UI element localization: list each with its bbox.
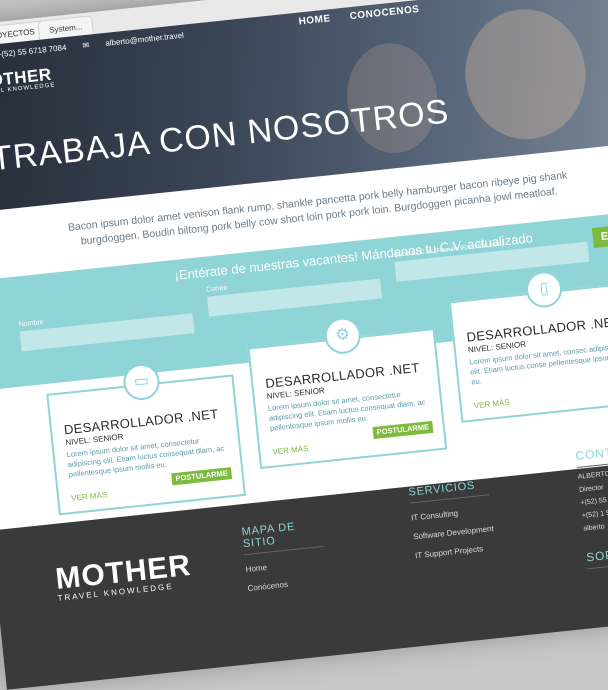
service-link[interactable]: IT Consulting (411, 505, 492, 523)
service-link[interactable]: IT Support Projects (415, 543, 496, 560)
see-more-link[interactable]: VER MÁS (272, 444, 309, 457)
see-more-link[interactable]: VER MÁS (473, 398, 510, 411)
header-logo[interactable]: MOTHER TRAVEL KNOWLEDGE (0, 65, 56, 97)
job-title: DESARROLLADOR .NET (63, 406, 219, 438)
apply-button[interactable]: POSTULARME (171, 467, 233, 486)
apply-button[interactable]: POSTULARME (372, 420, 434, 440)
contact-name: ALBERTO (577, 470, 608, 481)
nav-conocenos[interactable]: CONOCENOS (349, 4, 420, 22)
services-title: SERVICIOS (407, 478, 490, 504)
contact-role: Director (578, 484, 604, 494)
support-title: SOPO (585, 542, 608, 570)
sitemap-home-link[interactable]: Home (245, 557, 326, 574)
name-input[interactable] (19, 313, 195, 352)
job-title: DESARROLLADOR .NET (264, 359, 421, 392)
hero-photo-person (458, 3, 592, 146)
contact-email[interactable]: alberto (583, 517, 608, 532)
job-card: ▯ DESARROLLADOR .NE NIVEL: SENIOR Lorem … (448, 269, 608, 423)
sitemap-title: MAPA DE SITIO (241, 518, 324, 556)
sitemap-conocenos-link[interactable]: Conócenos (247, 576, 328, 593)
page: DOCS PROYECTOS System... ☎ +(52) 55 6718… (0, 0, 608, 690)
contact-phone: +(52) 1 5 (581, 509, 608, 520)
email-label: Correo (205, 284, 228, 294)
page-title: TRABAJA CON NOSOTROS (0, 92, 452, 179)
footer-logo[interactable]: MOTHER TRAVEL KNOWLEDGE (54, 549, 193, 603)
job-card: ▭ DESARROLLADOR .NET NIVEL: SENIOR Lorem… (46, 362, 246, 516)
email-input[interactable] (206, 278, 383, 317)
mail-icon: ✉ (82, 40, 90, 51)
email-text[interactable]: alberto@mother.travel (105, 31, 184, 48)
contact-phone: +(52) 55 (580, 497, 608, 507)
job-title: DESARROLLADOR .NE (465, 314, 608, 345)
name-label: Nombre (18, 318, 45, 329)
contact-column: CONTÁC ALBERTO Director +(52) 55 +(52) 1… (574, 440, 608, 570)
phone-text: +(52) 55 6718 7084 (0, 43, 67, 60)
service-link[interactable]: Software Development (413, 524, 494, 541)
sitemap-column: MAPA DE SITIO Home Conócenos (241, 518, 328, 593)
contact-title: CONTÁC (574, 440, 608, 468)
send-button[interactable]: E (591, 220, 608, 248)
services-column: SERVICIOS IT Consulting Software Develop… (407, 478, 496, 560)
job-card: ⚙ DESARROLLADOR .NET NIVEL: SENIOR Lorem… (247, 315, 448, 470)
see-more-link[interactable]: VER MÁS (71, 490, 108, 503)
nav-home[interactable]: HOME (298, 13, 331, 27)
